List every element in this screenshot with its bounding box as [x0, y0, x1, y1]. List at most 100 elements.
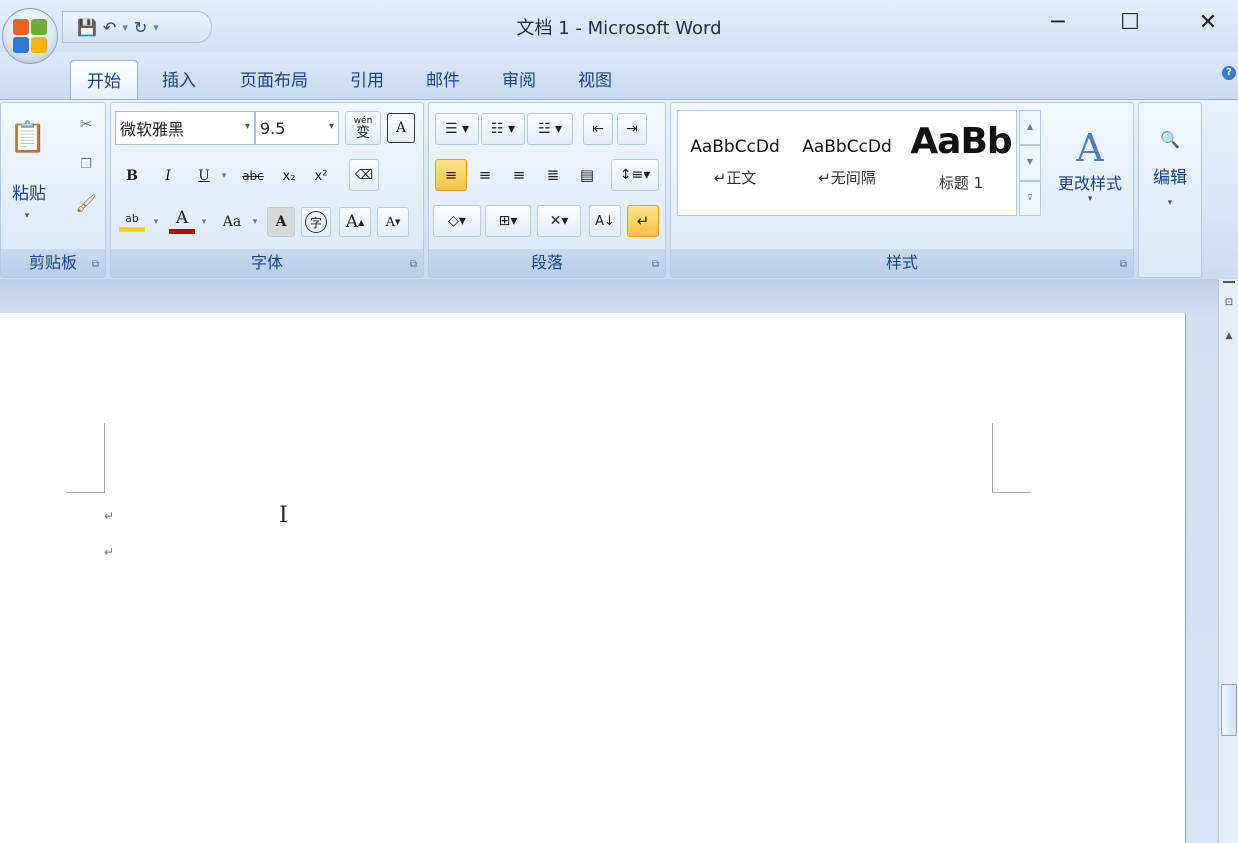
font-color-dropdown-icon[interactable]: ▾	[197, 205, 211, 239]
italic-button[interactable]: I	[155, 161, 181, 191]
styles-gallery-scroll: ▲ ▼ ⊽	[1019, 110, 1041, 216]
grow-font-button[interactable]: A ▲	[339, 207, 371, 237]
crop-mark-top-right-v	[992, 423, 993, 493]
font-name-combo[interactable]: 微软雅黑 ▾	[115, 111, 255, 145]
change-styles-icon: A	[1076, 126, 1104, 170]
tab-references[interactable]: 引用	[340, 60, 394, 100]
help-icon[interactable]: ?	[1222, 66, 1236, 80]
split-handle[interactable]	[1223, 281, 1235, 283]
crop-mark-top-right-h	[992, 492, 1031, 493]
line-spacing-button[interactable]: ↕≡▾	[611, 159, 659, 191]
paste-icon[interactable]: 📋	[7, 115, 49, 159]
underline-button[interactable]: U	[191, 161, 217, 191]
style-no-spacing[interactable]: AaBbCcDd ↵无间隔	[796, 117, 898, 211]
highlight-color-bar	[119, 226, 145, 232]
dialog-launcher-icon[interactable]: ⧉	[1120, 259, 1127, 270]
enclose-characters-button[interactable]: 字	[301, 207, 331, 237]
borders-button[interactable]: ⊞▾	[485, 205, 531, 237]
strikethrough-button[interactable]: abc	[235, 161, 271, 191]
underline-dropdown-icon[interactable]: ▾	[217, 161, 231, 191]
ribbon: 📋 粘贴 ▾ ✂ ❐ 🖌 剪贴板 ⧉ 微软雅黑 ▾ 9.5 ▾ wén 变 A …	[0, 99, 1238, 279]
asian-layout-button[interactable]: ✕▾	[537, 205, 581, 237]
style-heading-1[interactable]: AaBb 标题 1	[910, 117, 1012, 211]
paragraph-group: ☰ ▾ ☷ ▾ ☳ ▾ ⇤ ⇥ ≡ ≡ ≡ ≣ ▤ ↕≡▾ ◇▾ ⊞▾ ✕▾ A…	[428, 102, 666, 278]
gallery-down-icon[interactable]: ▼	[1019, 145, 1041, 181]
find-icon: 🔍	[1160, 130, 1180, 149]
increase-indent-icon[interactable]: ⇥	[617, 113, 647, 145]
view-ruler-icon[interactable]: ⊡	[1221, 297, 1237, 315]
highlight-dropdown-icon[interactable]: ▾	[149, 205, 163, 239]
tab-view[interactable]: 视图	[568, 60, 622, 100]
tab-review[interactable]: 审阅	[492, 60, 546, 100]
subscript-button[interactable]: x₂	[275, 161, 303, 191]
character-shading-button[interactable]: A	[267, 207, 295, 237]
editing-button[interactable]: 🔍 编辑 ▾	[1143, 111, 1197, 227]
paste-button[interactable]: 粘贴	[5, 177, 53, 205]
phonetic-char: 变	[356, 124, 370, 141]
superscript-button[interactable]: x²	[307, 161, 335, 191]
character-border-button[interactable]: A	[387, 113, 415, 143]
change-case-button[interactable]: Aa	[215, 205, 249, 239]
font-color-bar	[169, 229, 195, 234]
paste-dropdown-icon[interactable]: ▾	[15, 209, 39, 223]
numbering-button[interactable]: ☷ ▾	[481, 113, 525, 145]
paragraph-mark: ↵	[104, 545, 115, 559]
clipboard-group: 📋 粘贴 ▾ ✂ ❐ 🖌 剪贴板 ⧉	[0, 102, 106, 278]
tab-page-layout[interactable]: 页面布局	[228, 60, 320, 100]
tab-insert[interactable]: 插入	[152, 60, 206, 100]
decrease-indent-icon[interactable]: ⇤	[583, 113, 613, 145]
shrink-font-button[interactable]: A ▼	[377, 207, 409, 237]
vertical-scrollbar[interactable]: ⊡ ▲	[1218, 279, 1238, 843]
change-case-dropdown-icon[interactable]: ▾	[249, 205, 261, 239]
dialog-launcher-icon[interactable]: ⧉	[410, 259, 417, 270]
gallery-up-icon[interactable]: ▲	[1019, 110, 1041, 146]
align-center-icon[interactable]: ≡	[469, 159, 501, 191]
dialog-launcher-icon[interactable]: ⧉	[92, 259, 99, 270]
tab-mailings[interactable]: 邮件	[416, 60, 470, 100]
tab-home[interactable]: 开始	[70, 60, 138, 100]
shading-button[interactable]: ◇▾	[433, 205, 481, 237]
minimize-button[interactable]: ─	[1038, 10, 1078, 35]
bullets-button[interactable]: ☰ ▾	[435, 113, 479, 145]
title-bar: 💾 ↶ ▾ ↻ ▾ 文档 1 - Microsoft Word ─ ☐ ✕	[0, 0, 1238, 52]
format-painter-icon[interactable]: 🖌	[73, 191, 99, 217]
clear-formatting-icon[interactable]: ⌫	[349, 159, 379, 191]
dialog-launcher-icon[interactable]: ⧉	[652, 259, 659, 270]
shrink-arrow-icon: ▼	[395, 218, 401, 226]
distributed-icon[interactable]: ▤	[571, 159, 603, 191]
chevron-down-icon: ▾	[328, 121, 334, 132]
quick-styles-gallery: AaBbCcDd ↵正文 AaBbCcDd ↵无间隔 AaBb 标题 1	[677, 110, 1017, 216]
bold-button[interactable]: B	[119, 161, 145, 191]
office-button[interactable]	[2, 8, 58, 64]
align-right-icon[interactable]: ≡	[503, 159, 535, 191]
text-highlight-button[interactable]: ab	[115, 205, 149, 239]
font-size-combo[interactable]: 9.5 ▾	[255, 111, 339, 145]
gallery-more-icon[interactable]: ⊽	[1019, 180, 1041, 216]
align-left-icon[interactable]: ≡	[435, 159, 467, 191]
style-preview: AaBbCcDd	[802, 137, 892, 157]
close-button[interactable]: ✕	[1188, 10, 1228, 35]
maximize-button[interactable]: ☐	[1110, 10, 1150, 35]
enclose-char: 字	[305, 211, 327, 233]
sort-icon[interactable]: A↓	[589, 205, 621, 237]
copy-icon[interactable]: ❐	[73, 151, 99, 177]
chevron-down-icon: ▾	[1167, 198, 1173, 208]
cut-icon[interactable]: ✂	[73, 111, 99, 137]
justify-icon[interactable]: ≣	[537, 159, 569, 191]
scrollbar-thumb[interactable]	[1221, 684, 1237, 736]
scroll-up-icon[interactable]: ▲	[1219, 331, 1238, 349]
style-normal[interactable]: AaBbCcDd ↵正文	[684, 117, 786, 211]
document-page[interactable]: ↵ ↵	[0, 313, 1186, 843]
editing-label: 编辑	[1153, 168, 1187, 188]
highlight-icon: ab	[125, 211, 139, 225]
style-preview: AaBb	[910, 121, 1012, 162]
multilevel-list-button[interactable]: ☳ ▾	[527, 113, 573, 145]
show-hide-marks-icon[interactable]: ↵	[627, 205, 659, 237]
grow-font-letter: A	[345, 212, 359, 232]
change-styles-button[interactable]: A 更改样式 ▾	[1047, 113, 1133, 217]
change-styles-label: 更改样式	[1057, 174, 1122, 193]
style-name: ↵无间隔	[818, 169, 876, 187]
phonetic-guide-button[interactable]: wén 变	[345, 111, 381, 145]
font-color-button[interactable]: A	[167, 205, 197, 239]
paragraph-label-text: 段落	[530, 253, 563, 272]
